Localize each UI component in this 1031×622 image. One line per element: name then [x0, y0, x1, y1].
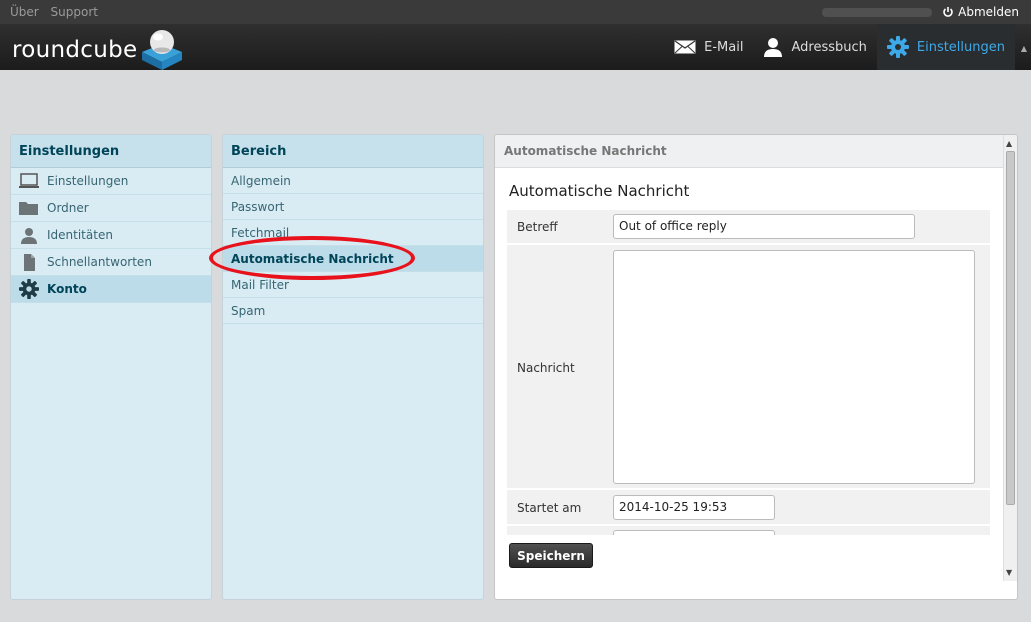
section-item-allgemein[interactable]: Allgemein: [223, 168, 483, 194]
settings-item-label: Ordner: [47, 201, 89, 215]
settings-item-schnellantworten[interactable]: Schnellantworten: [11, 249, 211, 276]
start-label: Startet am: [517, 501, 582, 515]
folder-icon: [19, 202, 38, 215]
main-header: Automatische Nachricht: [495, 135, 1017, 168]
identity-icon: [21, 228, 37, 244]
settings-panel-title: Einstellungen: [11, 135, 211, 168]
monitor-icon: [19, 173, 39, 188]
section-panel-title: Bereich: [223, 135, 483, 168]
subject-label: Betreff: [517, 220, 558, 234]
settings-item-label: Schnellantworten: [47, 255, 152, 269]
roundcube-logo-icon: [142, 30, 182, 70]
about-link[interactable]: Über: [10, 5, 39, 19]
person-icon: [764, 38, 783, 57]
document-icon: [24, 254, 35, 271]
settings-item-identitaeten[interactable]: Identitäten: [11, 222, 211, 249]
section-panel: Bereich Allgemein Passwort Fetchmail Aut…: [222, 134, 484, 600]
support-link[interactable]: Support: [51, 5, 98, 19]
start-date-input[interactable]: 2014-10-25 19:53: [613, 495, 775, 520]
logout-button[interactable]: Abmelden: [942, 5, 1019, 19]
nav-caret-icon[interactable]: ▲: [1021, 44, 1027, 53]
message-row: Nachricht: [507, 245, 990, 488]
scroll-down-icon[interactable]: ▼: [1006, 568, 1012, 577]
logo-text: roundcube: [12, 37, 138, 63]
section-item-spam[interactable]: Spam: [223, 298, 483, 324]
subject-row: Betreff Out of office reply: [507, 210, 990, 243]
power-icon: [943, 7, 953, 17]
gear-icon: [19, 279, 39, 299]
save-button[interactable]: Speichern: [509, 543, 593, 568]
main-content: Automatische Nachricht Automatische Nach…: [494, 134, 1018, 600]
section-item-fetchmail[interactable]: Fetchmail: [223, 220, 483, 246]
settings-item-label: Identitäten: [47, 228, 113, 242]
nav-addressbook[interactable]: Adressbuch: [753, 24, 876, 70]
blurred-username: [822, 8, 932, 17]
nav-email-label: E-Mail: [704, 39, 744, 55]
envelope-icon: [674, 40, 696, 54]
header: roundcube E-Mail Adressbuch Einstellunge…: [0, 24, 1031, 70]
top-links: Über Support: [10, 5, 106, 19]
message-textarea[interactable]: [613, 250, 975, 484]
gear-icon: [886, 36, 909, 58]
section-item-mail-filter[interactable]: Mail Filter: [223, 272, 483, 298]
nav-settings-label: Einstellungen: [916, 39, 1005, 55]
section-item-passwort[interactable]: Passwort: [223, 194, 483, 220]
settings-panel: Einstellungen Einstellungen Ordner Ident…: [10, 134, 212, 600]
settings-item-label: Einstellungen: [47, 174, 129, 188]
logout-label: Abmelden: [958, 5, 1019, 19]
section-item-automatische-nachricht[interactable]: Automatische Nachricht: [223, 246, 483, 272]
next-row-partial: [507, 526, 990, 535]
scroll-up-icon[interactable]: ▲: [1006, 139, 1012, 148]
settings-item-einstellungen[interactable]: Einstellungen: [11, 168, 211, 195]
start-row: Startet am 2014-10-25 19:53: [507, 490, 990, 524]
main-nav: E-Mail Adressbuch Einstellungen ▲: [664, 24, 1027, 70]
message-label: Nachricht: [517, 361, 575, 375]
scroll-thumb[interactable]: [1006, 151, 1015, 505]
nav-settings[interactable]: Einstellungen: [876, 24, 1015, 70]
settings-item-label: Konto: [47, 282, 87, 296]
settings-item-ordner[interactable]: Ordner: [11, 195, 211, 222]
end-date-input-partial[interactable]: [613, 530, 775, 535]
nav-addressbook-label: Adressbuch: [791, 39, 867, 55]
settings-item-konto[interactable]: Konto: [11, 276, 211, 303]
nav-email[interactable]: E-Mail: [664, 24, 753, 70]
main-scrollbar[interactable]: ▲ ▼: [1003, 135, 1017, 581]
top-bar: Über Support Abmelden: [0, 0, 1031, 24]
subject-input[interactable]: Out of office reply: [613, 214, 915, 239]
page-title: Automatische Nachricht: [509, 182, 690, 200]
